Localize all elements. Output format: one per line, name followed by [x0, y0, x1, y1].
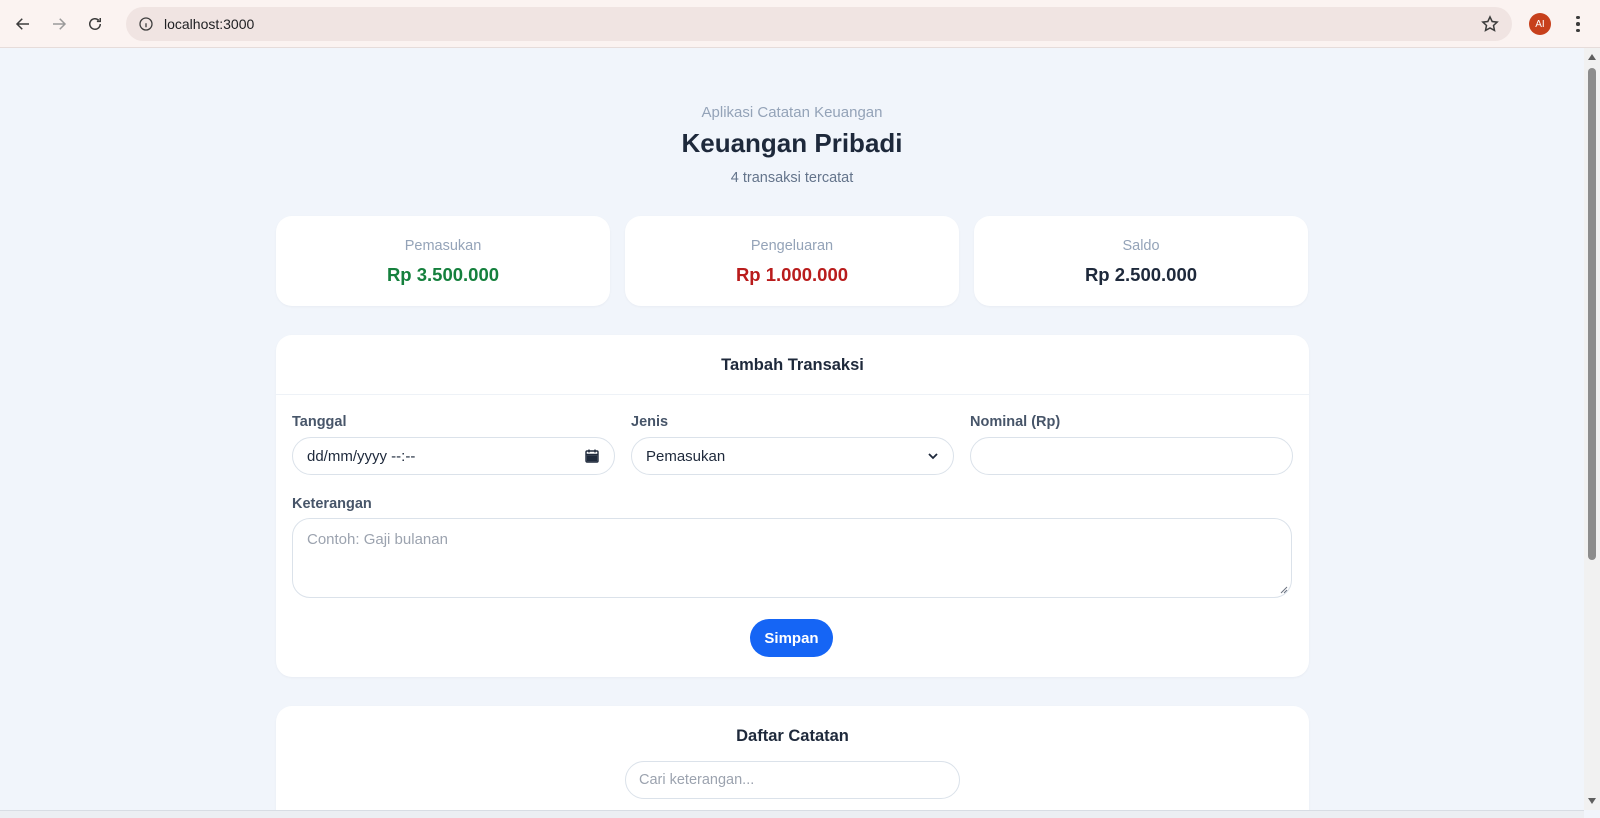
expense-card: Pengeluaran Rp 1.000.000	[625, 216, 959, 306]
page-scrollbar[interactable]	[1584, 48, 1600, 810]
page-title: Keuangan Pribadi	[681, 128, 903, 158]
save-button[interactable]: Simpan	[750, 619, 833, 657]
amount-input[interactable]	[970, 437, 1293, 475]
app-page: Aplikasi Catatan Keuangan Keuangan Priba…	[0, 48, 1584, 810]
profile-avatar[interactable]: AI	[1529, 13, 1551, 35]
income-value: Rp 3.500.000	[386, 264, 500, 285]
amount-label: Nominal (Rp)	[970, 414, 1061, 430]
search-input[interactable]: Cari keterangan...	[625, 761, 960, 799]
resize-handle-icon[interactable]	[1280, 586, 1288, 594]
type-select[interactable]: Pemasukan	[631, 437, 954, 475]
reload-icon[interactable]	[77, 6, 113, 42]
site-info-icon[interactable]	[136, 14, 156, 34]
note-placeholder: Contoh: Gaji bulanan	[307, 531, 448, 548]
expense-value: Rp 1.000.000	[735, 264, 849, 285]
forward-icon[interactable]	[41, 6, 77, 42]
income-label: Pemasukan	[404, 238, 482, 254]
form-header: Tambah Transaksi	[276, 335, 1309, 395]
date-input[interactable]: dd/mm/yyyy --:--	[292, 437, 615, 475]
app-subtitle: Aplikasi Catatan Keuangan	[701, 104, 883, 121]
browser-toolbar: localhost:3000 AI	[0, 0, 1600, 48]
search-placeholder: Cari keterangan...	[639, 772, 755, 788]
address-bar[interactable]: localhost:3000	[126, 7, 1512, 41]
url-text: localhost:3000	[164, 16, 255, 32]
chevron-down-icon	[928, 453, 938, 460]
add-transaction-form: Tambah Transaksi Tanggal dd/mm/yyyy --:-…	[276, 335, 1309, 677]
form-title: Tambah Transaksi	[721, 356, 864, 374]
date-input-value: dd/mm/yyyy --:--	[307, 447, 416, 465]
expense-label: Pengeluaran	[750, 238, 834, 254]
scroll-down-arrow-icon[interactable]	[1588, 798, 1596, 804]
bookmark-star-icon[interactable]	[1480, 14, 1500, 34]
browser-menu-icon[interactable]	[1568, 12, 1588, 36]
calendar-icon[interactable]	[584, 448, 600, 464]
balance-label: Saldo	[1122, 238, 1160, 254]
note-textarea[interactable]: Contoh: Gaji bulanan	[292, 518, 1292, 598]
type-label: Jenis	[631, 414, 669, 430]
date-label: Tanggal	[292, 414, 347, 430]
back-icon[interactable]	[5, 6, 41, 42]
scrollbar-thumb[interactable]	[1588, 68, 1596, 560]
scroll-up-arrow-icon[interactable]	[1588, 54, 1596, 60]
list-title: Daftar Catatan	[736, 727, 849, 745]
transaction-list-card: Daftar Catatan Cari keterangan...	[276, 706, 1309, 810]
type-select-value: Pemasukan	[646, 447, 726, 465]
transaction-count: 4 transaksi tercatat	[730, 170, 854, 186]
note-label: Keterangan	[292, 496, 372, 512]
balance-card: Saldo Rp 2.500.000	[974, 216, 1308, 306]
bottom-edge	[0, 810, 1584, 818]
balance-value: Rp 2.500.000	[1084, 264, 1198, 285]
income-card: Pemasukan Rp 3.500.000	[276, 216, 610, 306]
